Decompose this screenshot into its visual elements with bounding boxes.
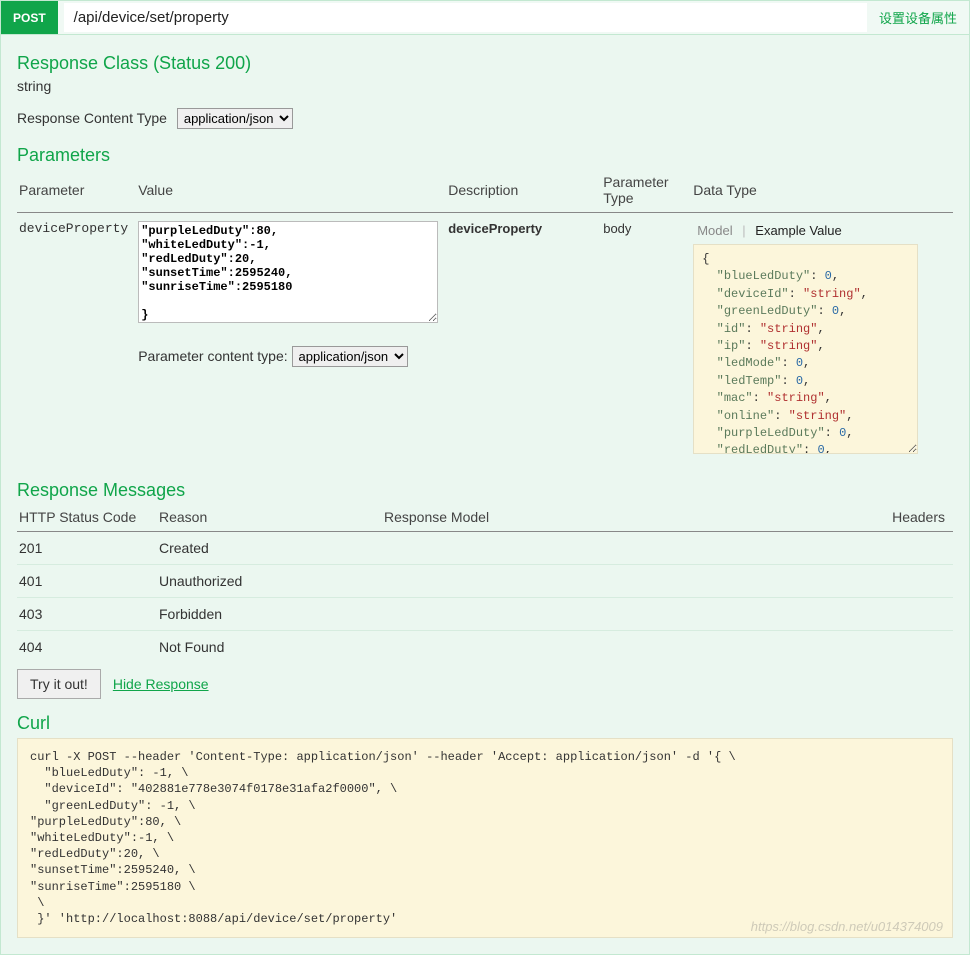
- tab-example-value[interactable]: Example Value: [751, 221, 845, 240]
- col-parameter: Parameter: [17, 170, 136, 213]
- operation-panel: POST /api/device/set/property 设置设备属性 Res…: [0, 0, 970, 955]
- col-data-type: Data Type: [691, 170, 953, 213]
- http-method-badge: POST: [1, 1, 58, 34]
- operation-header[interactable]: POST /api/device/set/property 设置设备属性: [1, 1, 969, 35]
- response-messages-table: HTTP Status Code Reason Response Model H…: [17, 505, 953, 663]
- try-it-out-button[interactable]: Try it out!: [17, 669, 101, 699]
- status-code: 404: [17, 631, 157, 664]
- status-reason: Not Found: [157, 631, 382, 664]
- status-reason: Forbidden: [157, 598, 382, 631]
- curl-output[interactable]: curl -X POST --header 'Content-Type: app…: [17, 738, 953, 938]
- response-class-title: Response Class (Status 200): [17, 53, 953, 74]
- parameters-table: Parameter Value Description Parameter Ty…: [17, 170, 953, 462]
- col-value: Value: [136, 170, 446, 213]
- parameters-title: Parameters: [17, 145, 953, 166]
- param-type: body: [601, 213, 691, 463]
- status-code: 401: [17, 565, 157, 598]
- tab-model[interactable]: Model: [693, 221, 736, 240]
- col-description: Description: [446, 170, 601, 213]
- response-content-type-row: Response Content Type application/json: [17, 108, 953, 129]
- response-class-type: string: [17, 78, 953, 94]
- response-messages-title: Response Messages: [17, 480, 953, 501]
- param-description: deviceProperty: [446, 213, 601, 463]
- param-content-type-label: Parameter content type:: [138, 348, 287, 364]
- operation-summary: 设置设备属性: [867, 1, 969, 34]
- response-message-row: 201Created: [17, 532, 953, 565]
- param-value-textarea[interactable]: [138, 221, 438, 323]
- hide-response-link[interactable]: Hide Response: [113, 676, 209, 692]
- col-status-code: HTTP Status Code: [17, 505, 157, 532]
- example-value-box[interactable]: { "blueLedDuty": 0, "deviceId": "string"…: [693, 244, 918, 454]
- endpoint-path[interactable]: /api/device/set/property: [64, 3, 867, 32]
- parameter-row: deviceProperty Parameter content type: a…: [17, 213, 953, 463]
- response-content-type-select[interactable]: application/json: [177, 108, 293, 129]
- col-headers: Headers: [863, 505, 953, 532]
- response-message-row: 403Forbidden: [17, 598, 953, 631]
- status-code: 403: [17, 598, 157, 631]
- status-reason: Created: [157, 532, 382, 565]
- tab-separator: |: [742, 223, 745, 238]
- param-content-type-select[interactable]: application/json: [292, 346, 408, 367]
- col-reason: Reason: [157, 505, 382, 532]
- col-response-model: Response Model: [382, 505, 863, 532]
- response-content-type-label: Response Content Type: [17, 110, 167, 126]
- col-parameter-type: Parameter Type: [601, 170, 691, 213]
- response-message-row: 404Not Found: [17, 631, 953, 664]
- param-name: deviceProperty: [17, 213, 136, 463]
- status-reason: Unauthorized: [157, 565, 382, 598]
- curl-title: Curl: [17, 713, 953, 734]
- response-message-row: 401Unauthorized: [17, 565, 953, 598]
- status-code: 201: [17, 532, 157, 565]
